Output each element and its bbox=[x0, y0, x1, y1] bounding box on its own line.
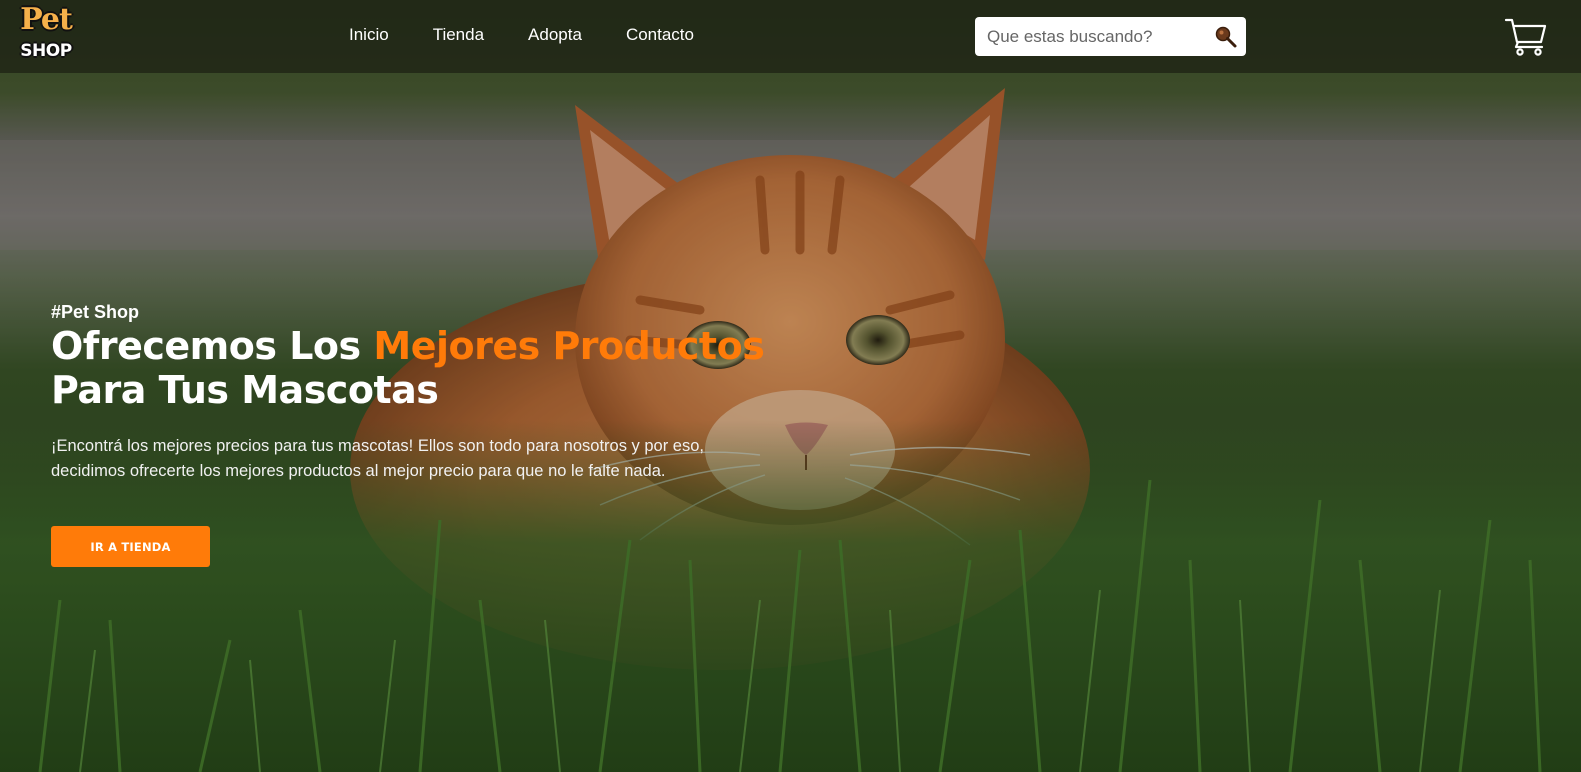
hero-description: ¡Encontrá los mejores precios para tus m… bbox=[51, 434, 791, 484]
nav-link-tienda[interactable]: Tienda bbox=[433, 25, 484, 45]
main-nav: Inicio Tienda Adopta Contacto bbox=[349, 25, 694, 45]
headline-highlight: Mejores Productos bbox=[373, 324, 765, 368]
nav-link-inicio[interactable]: Inicio bbox=[349, 25, 389, 45]
search-bar bbox=[975, 17, 1246, 56]
search-input[interactable] bbox=[975, 17, 1207, 56]
logo-text-top: Pet bbox=[20, 2, 73, 37]
navbar: Pet SHOP Inicio Tienda Adopta Contacto bbox=[0, 0, 1581, 73]
headline-line2: Para Tus Mascotas bbox=[51, 368, 439, 412]
nav-link-contacto[interactable]: Contacto bbox=[626, 25, 694, 45]
cart-icon[interactable] bbox=[1503, 13, 1547, 57]
hero-headline: Ofrecemos Los Mejores Productos Para Tus… bbox=[51, 324, 765, 412]
logo-text-bottom: SHOP bbox=[20, 41, 72, 61]
go-to-store-button[interactable]: IR A TIENDA bbox=[51, 526, 210, 567]
pet-shop-logo[interactable]: Pet SHOP bbox=[14, 2, 78, 66]
description-line-2: decidimos ofrecerte los mejores producto… bbox=[51, 462, 666, 480]
hero-tag: #Pet Shop bbox=[51, 302, 140, 322]
nav-link-adopta[interactable]: Adopta bbox=[528, 25, 582, 45]
description-line-1: ¡Encontrá los mejores precios para tus m… bbox=[51, 437, 704, 455]
headline-part1: Ofrecemos Los bbox=[51, 324, 374, 368]
search-icon[interactable] bbox=[1214, 25, 1238, 49]
